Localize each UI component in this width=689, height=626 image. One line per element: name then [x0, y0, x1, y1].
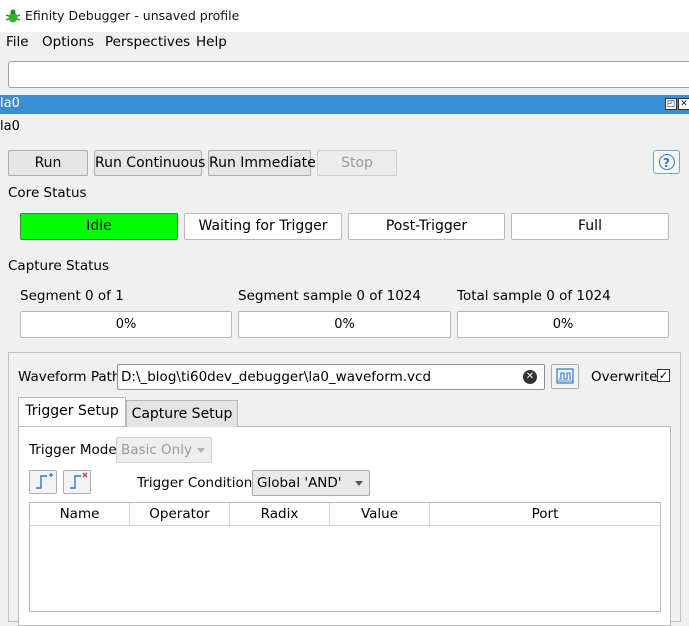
menu-help[interactable]: Help — [196, 34, 227, 50]
trigger-condition-label: Trigger Condition — [137, 475, 253, 491]
clear-icon[interactable]: ✕ — [523, 370, 537, 384]
waveform-path-label: Waveform Path — [18, 369, 121, 385]
waveform-icon — [556, 368, 574, 384]
stop-button[interactable]: Stop — [317, 150, 397, 176]
status-waiting-for-trigger: Waiting for Trigger — [184, 213, 342, 240]
total-sample-label: Total sample 0 of 1024 — [457, 288, 611, 304]
overwrite-label: Overwrite — [591, 369, 658, 385]
close-icon[interactable]: ✕ — [678, 98, 689, 110]
tab-capture-setup[interactable]: Capture Setup — [126, 400, 238, 427]
status-post-trigger: Post-Trigger — [348, 213, 505, 240]
waveform-browse-button[interactable] — [551, 364, 579, 389]
help-icon: ? — [658, 154, 675, 170]
core-name-label: la0 — [0, 119, 20, 134]
trigger-condition-select[interactable]: Global 'AND' — [252, 470, 370, 496]
debugger-tab-bar — [0, 95, 689, 114]
capture-status-heading: Capture Status — [8, 258, 109, 274]
total-sample-progress-bar: 0% — [457, 311, 669, 338]
remove-signal-icon — [70, 472, 88, 489]
trigger-mode-value: Basic Only — [121, 442, 192, 458]
segment-sample-label: Segment sample 0 of 1024 — [238, 288, 421, 304]
menu-perspectives[interactable]: Perspectives — [105, 34, 190, 50]
run-continuous-button[interactable]: Run Continuous — [94, 150, 205, 176]
help-button[interactable]: ? — [653, 150, 680, 174]
column-header-name[interactable]: Name — [30, 503, 130, 526]
run-immediate-button[interactable]: Run Immediate — [208, 150, 316, 176]
tab-la0[interactable]: la0 — [0, 96, 20, 111]
column-header-radix[interactable]: Radix — [230, 503, 330, 526]
column-header-port[interactable]: Port — [430, 503, 660, 526]
tab-trigger-setup[interactable]: Trigger Setup — [18, 397, 126, 426]
column-header-operator[interactable]: Operator — [130, 503, 230, 526]
menu-file[interactable]: File — [6, 34, 29, 50]
add-signal-icon — [36, 473, 53, 489]
column-header-value[interactable]: Value — [330, 503, 430, 526]
profile-input[interactable] — [8, 61, 689, 88]
trigger-condition-value: Global 'AND' — [257, 475, 342, 491]
window-title: Efinity Debugger - unsaved profile — [25, 8, 240, 23]
overwrite-checkbox[interactable]: ✓ — [657, 369, 670, 382]
core-status-heading: Core Status — [8, 185, 87, 201]
restore-icon[interactable]: ◰ — [665, 98, 677, 110]
status-full: Full — [511, 213, 669, 240]
segment-progress-bar: 0% — [20, 311, 232, 338]
add-trigger-button[interactable] — [29, 470, 57, 494]
waveform-path-input[interactable]: D:\_blog\ti60dev_debugger\la0_waveform.v… — [117, 364, 545, 390]
segment-sample-progress-bar: 0% — [238, 311, 451, 338]
bug-icon — [5, 9, 21, 23]
trigger-mode-select[interactable]: Basic Only — [116, 437, 212, 463]
trigger-mode-label: Trigger Mode — [29, 442, 117, 458]
menu-bar — [0, 32, 689, 54]
chevron-down-icon — [355, 481, 363, 486]
chevron-down-icon — [197, 448, 205, 453]
menu-options[interactable]: Options — [42, 34, 94, 50]
segment-label: Segment 0 of 1 — [20, 288, 124, 304]
run-button[interactable]: Run — [8, 150, 88, 176]
remove-trigger-button[interactable] — [63, 470, 91, 494]
status-idle: Idle — [20, 213, 178, 240]
